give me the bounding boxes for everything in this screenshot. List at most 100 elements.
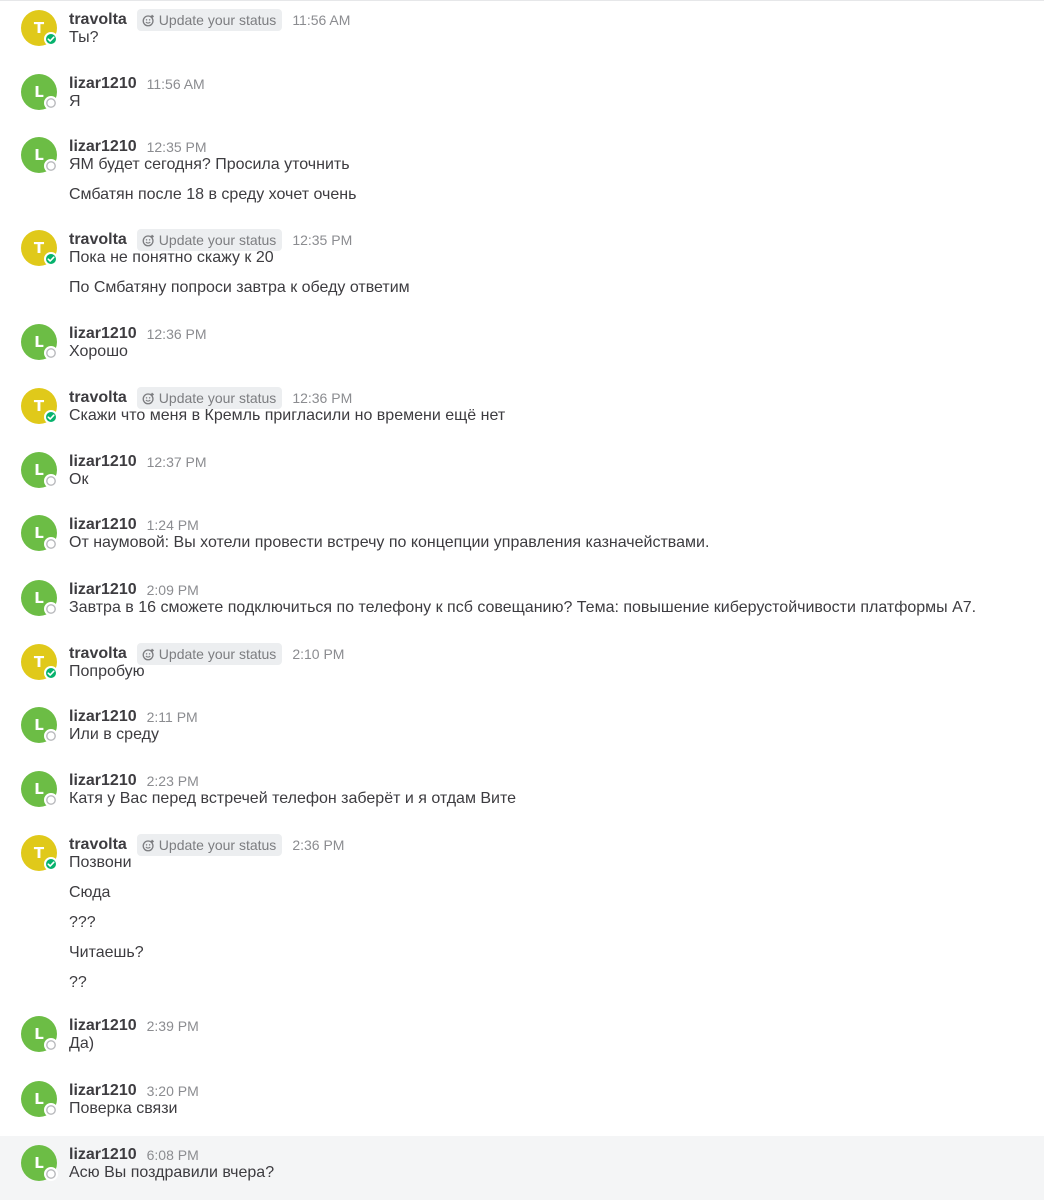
smile-plus-icon	[142, 392, 154, 404]
smile-plus-icon	[142, 648, 154, 660]
timestamp[interactable]: 2:11 PM	[147, 709, 198, 725]
online-status-indicator	[44, 857, 58, 871]
check-icon	[47, 414, 55, 420]
offline-status-indicator	[44, 159, 58, 173]
message-text: ???	[69, 914, 96, 931]
smile-plus-icon	[142, 839, 154, 851]
message-text: Асю Вы поздравили вчера?	[69, 1164, 275, 1181]
post-header: lizar1210 12:37 PM	[69, 451, 207, 473]
timestamp[interactable]: 1:24 PM	[147, 517, 199, 533]
update-status-button[interactable]: Update your status	[136, 9, 283, 31]
post[interactable]: Ttravolta Update your status 12:36 PM Скажи…	[0, 387, 1044, 439]
message-text: Я	[69, 93, 81, 110]
username[interactable]: travolta	[69, 389, 127, 407]
timestamp[interactable]: 3:20 PM	[147, 1083, 199, 1099]
online-status-indicator	[44, 252, 58, 266]
offline-status-indicator	[44, 1038, 58, 1052]
message-text: Хорошо	[69, 343, 128, 360]
message-text: От наумовой: Вы хотели провести встречу …	[69, 534, 710, 551]
offline-status-indicator	[44, 729, 58, 743]
timestamp[interactable]: 12:35 PM	[292, 232, 352, 248]
offline-status-indicator	[44, 537, 58, 551]
username[interactable]: travolta	[69, 11, 127, 29]
post[interactable]: Llizar1210 6:08 PM Асю Вы поздравили вчера…	[0, 1136, 1044, 1200]
smile-plus-icon	[142, 14, 154, 26]
username[interactable]: lizar1210	[69, 1082, 137, 1100]
username[interactable]: travolta	[69, 231, 127, 249]
post[interactable]: Llizar1210 12:35 PM ЯМ будет сегодня? Прос…	[0, 136, 1044, 218]
timestamp[interactable]: 11:56 AM	[147, 76, 205, 92]
timestamp[interactable]: 12:35 PM	[147, 139, 207, 155]
post[interactable]: Llizar1210 2:39 PM Да)	[0, 1015, 1044, 1067]
timestamp[interactable]: 2:09 PM	[147, 582, 199, 598]
post-header: lizar1210 11:56 AM	[69, 73, 205, 95]
offline-status-indicator	[44, 1167, 58, 1181]
post[interactable]: Ttravolta Update your status 12:35 PM Пока …	[0, 229, 1044, 311]
timestamp[interactable]: 2:39 PM	[147, 1018, 199, 1034]
message-text: Пока не понятно скажу к 20	[69, 249, 274, 266]
post[interactable]: Llizar1210 3:20 PM Поверка связи	[0, 1080, 1044, 1132]
update-status-label: Update your status	[158, 646, 277, 662]
post[interactable]: Llizar1210 1:24 PM От наумовой: Вы хотели …	[0, 514, 1044, 566]
online-status-indicator	[44, 410, 58, 424]
username[interactable]: lizar1210	[69, 1146, 137, 1164]
timestamp[interactable]: 2:10 PM	[292, 646, 344, 662]
update-status-button[interactable]: Update your status	[136, 643, 283, 665]
post[interactable]: Llizar1210 2:11 PM Или в среду	[0, 706, 1044, 758]
message-text: ЯМ будет сегодня? Просила уточнить	[69, 156, 350, 173]
online-status-indicator	[44, 666, 58, 680]
check-icon	[47, 670, 55, 676]
smile-plus-icon	[142, 234, 154, 246]
username[interactable]: lizar1210	[69, 516, 137, 534]
offline-status-indicator	[44, 96, 58, 110]
message-text: Катя у Вас перед встречей телефон заберё…	[69, 790, 517, 807]
username[interactable]: lizar1210	[69, 138, 137, 156]
timestamp[interactable]: 12:36 PM	[292, 390, 352, 406]
timestamp[interactable]: 12:36 PM	[147, 326, 207, 342]
timestamp[interactable]: 2:36 PM	[292, 837, 344, 853]
post-header: travolta Update your status 11:56 AM	[69, 9, 350, 31]
message-text: Читаешь?	[69, 944, 144, 961]
timestamp[interactable]: 11:56 AM	[292, 12, 350, 28]
post[interactable]: Llizar1210 12:36 PM Хорошо	[0, 323, 1044, 375]
username[interactable]: travolta	[69, 645, 127, 663]
update-status-label: Update your status	[158, 232, 277, 248]
username[interactable]: travolta	[69, 836, 127, 854]
username[interactable]: lizar1210	[69, 772, 137, 790]
timestamp[interactable]: 6:08 PM	[147, 1147, 199, 1163]
username[interactable]: lizar1210	[69, 453, 137, 471]
update-status-label: Update your status	[158, 12, 277, 28]
feed-top-divider	[0, 0, 1044, 1]
offline-status-indicator	[44, 346, 58, 360]
post[interactable]: Ttravolta Update your status 11:56 AM Ты?	[0, 9, 1044, 61]
check-icon	[47, 256, 55, 262]
username[interactable]: lizar1210	[69, 75, 137, 93]
message-text: Попробую	[69, 663, 145, 680]
message-text: Скажи что меня в Кремль пригласили но вр…	[69, 407, 506, 424]
post[interactable]: Llizar1210 2:23 PM Катя у Вас перед встреч…	[0, 770, 1044, 822]
message-text: Позвони	[69, 854, 132, 871]
post[interactable]: Ttravolta Update your status 2:10 PM Попроб…	[0, 643, 1044, 695]
message-text: Да)	[69, 1035, 95, 1052]
username[interactable]: lizar1210	[69, 1017, 137, 1035]
post[interactable]: Llizar1210 12:37 PM Ок	[0, 451, 1044, 503]
message-text: Ок	[69, 471, 89, 488]
username[interactable]: lizar1210	[69, 708, 137, 726]
post[interactable]: Llizar1210 11:56 AM Я	[0, 73, 1044, 125]
message-text: Ты?	[69, 29, 99, 46]
update-status-label: Update your status	[158, 390, 277, 406]
post[interactable]: Llizar1210 2:09 PM Завтра в 16 сможете под…	[0, 579, 1044, 631]
timestamp[interactable]: 12:37 PM	[147, 454, 207, 470]
message-text: По Смбатяну попроси завтра к обеду ответ…	[69, 279, 410, 296]
post[interactable]: Ttravolta Update your status 2:36 PM Позвон…	[0, 834, 1044, 1006]
check-icon	[47, 861, 55, 867]
update-status-button[interactable]: Update your status	[136, 834, 283, 856]
username[interactable]: lizar1210	[69, 325, 137, 343]
username[interactable]: lizar1210	[69, 581, 137, 599]
update-status-label: Update your status	[158, 837, 277, 853]
online-status-indicator	[44, 32, 58, 46]
message-text: Или в среду	[69, 726, 159, 743]
message-text: Смбатян после 18 в среду хочет очень	[69, 186, 357, 203]
timestamp[interactable]: 2:23 PM	[147, 773, 199, 789]
message-text: ??	[69, 974, 87, 991]
